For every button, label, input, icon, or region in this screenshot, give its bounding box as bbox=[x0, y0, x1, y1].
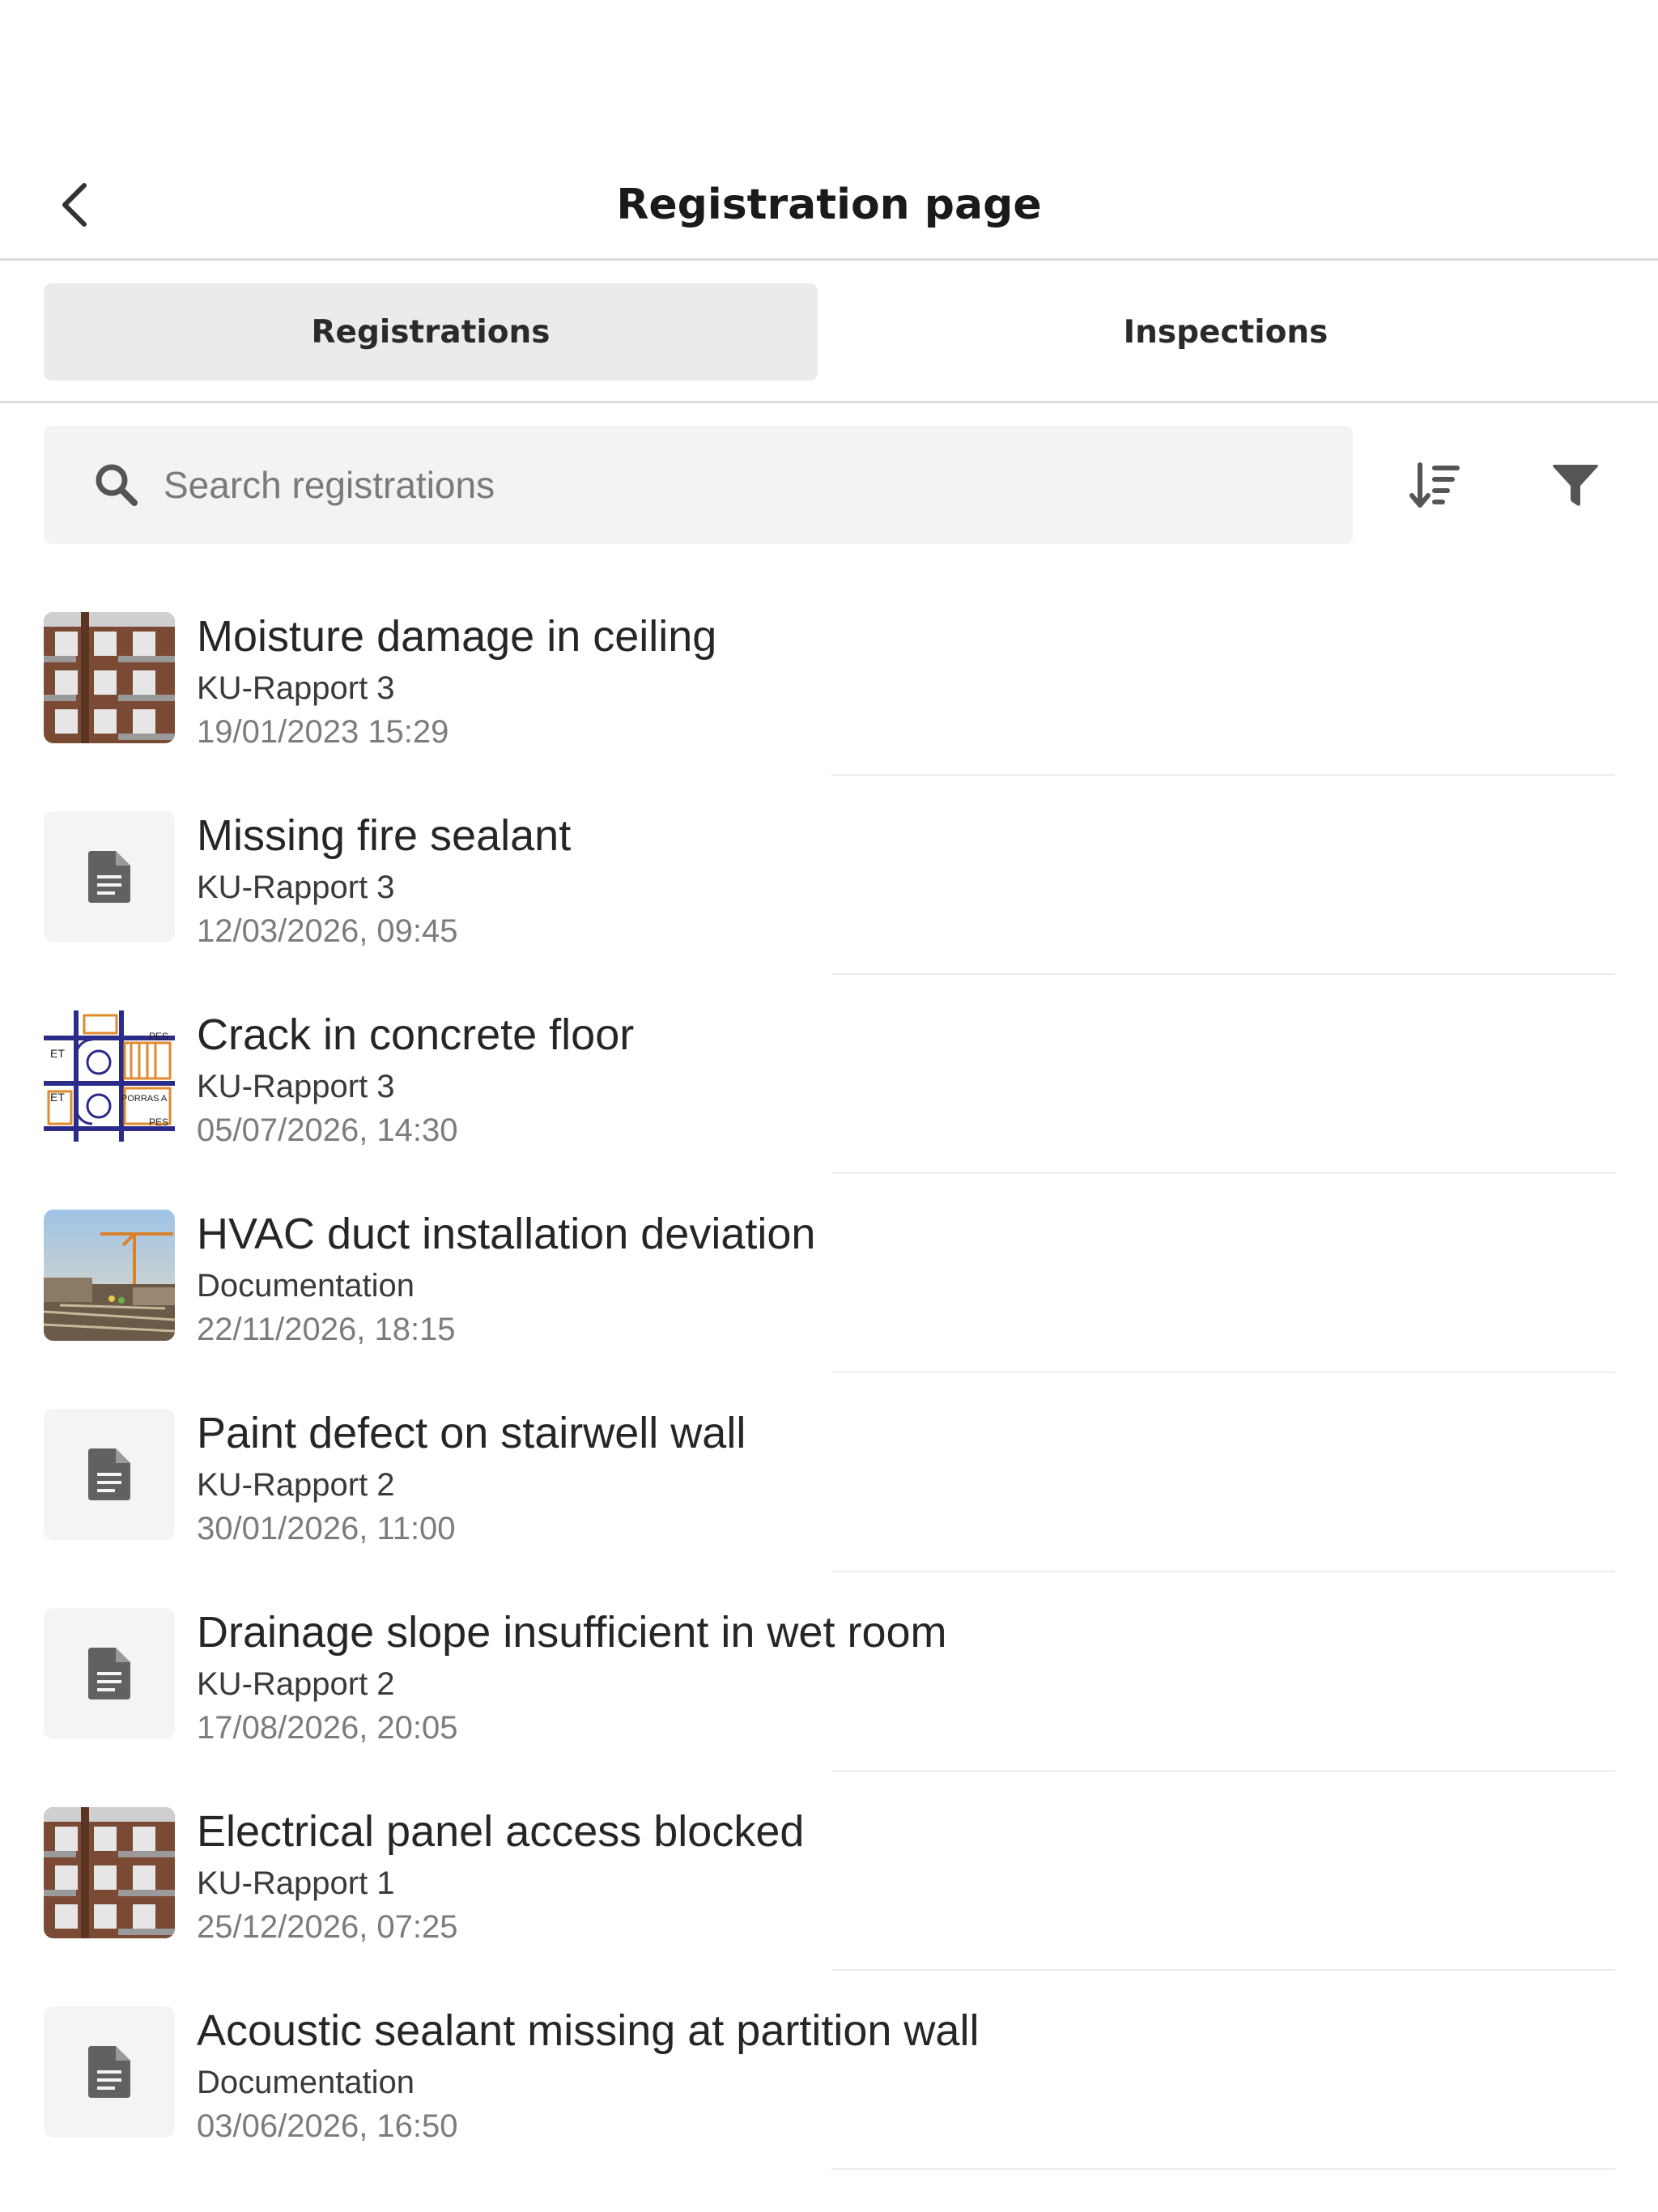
building-facade-photo bbox=[44, 1807, 175, 1938]
item-title: Acoustic sealant missing at partition wa… bbox=[197, 2006, 980, 2055]
divider bbox=[831, 1969, 1615, 1971]
sort-descending-icon bbox=[1409, 462, 1460, 508]
document-icon bbox=[88, 851, 130, 903]
floor-plan-image: ET ET PORRAS A PES PES bbox=[44, 1010, 175, 1142]
tab-inspections[interactable]: Inspections bbox=[837, 283, 1614, 381]
item-date: 19/01/2023 15:29 bbox=[197, 714, 449, 750]
item-date: 12/03/2026, 09:45 bbox=[197, 913, 458, 949]
svg-text:PES: PES bbox=[149, 1117, 168, 1128]
search-bar[interactable] bbox=[44, 426, 1353, 544]
item-title: Electrical panel access blocked bbox=[197, 1807, 805, 1856]
svg-text:ET: ET bbox=[50, 1091, 65, 1104]
item-source: KU-Rapport 1 bbox=[197, 1865, 395, 1901]
search-input[interactable] bbox=[164, 426, 1313, 544]
svg-text:PORRAS A: PORRAS A bbox=[121, 1094, 168, 1104]
divider bbox=[831, 1172, 1615, 1174]
document-icon bbox=[88, 1448, 130, 1500]
item-source: KU-Rapport 3 bbox=[197, 870, 395, 905]
construction-site-photo bbox=[44, 1210, 175, 1341]
segmented-tabs: Registrations Inspections bbox=[0, 261, 1658, 403]
item-source: Documentation bbox=[197, 1268, 415, 1304]
item-title: Drainage slope insufficient in wet room bbox=[197, 1608, 947, 1657]
item-title: Paint defect on stairwell wall bbox=[197, 1409, 746, 1457]
item-title: Missing fire sealant bbox=[197, 811, 572, 860]
list-item[interactable]: ET ET PORRAS A PES PES Crack in concrete… bbox=[0, 998, 1658, 1197]
svg-text:ET: ET bbox=[50, 1047, 65, 1060]
document-placeholder bbox=[44, 811, 175, 942]
list-item[interactable]: Moisture damage in ceiling KU-Rapport 3 … bbox=[0, 599, 1658, 798]
item-date: 05/07/2026, 14:30 bbox=[197, 1112, 458, 1148]
filter-icon bbox=[1553, 465, 1598, 506]
item-source: KU-Rapport 3 bbox=[197, 670, 395, 706]
divider bbox=[831, 1770, 1615, 1772]
document-placeholder bbox=[44, 1409, 175, 1540]
list-item[interactable]: Electrical panel access blocked KU-Rappo… bbox=[0, 1794, 1658, 1993]
page-title: Registration page bbox=[616, 181, 1042, 229]
divider bbox=[831, 973, 1615, 975]
divider bbox=[831, 774, 1615, 776]
item-date: 30/01/2026, 11:00 bbox=[197, 1511, 456, 1546]
document-placeholder bbox=[44, 1608, 175, 1739]
list-item[interactable]: HVAC duct installation deviation Documen… bbox=[0, 1197, 1658, 1396]
search-toolbar bbox=[0, 426, 1658, 544]
document-icon bbox=[88, 2046, 130, 2098]
item-date: 22/11/2026, 18:15 bbox=[197, 1312, 456, 1347]
svg-text:PES: PES bbox=[149, 1031, 168, 1042]
document-placeholder bbox=[44, 2006, 175, 2138]
item-source: KU-Rapport 2 bbox=[197, 1666, 395, 1702]
item-title: HVAC duct installation deviation bbox=[197, 1210, 816, 1258]
document-icon bbox=[88, 1648, 130, 1699]
item-date: 17/08/2026, 20:05 bbox=[197, 1710, 458, 1746]
item-source: KU-Rapport 2 bbox=[197, 1467, 395, 1503]
sort-button[interactable] bbox=[1405, 457, 1464, 515]
item-date: 25/12/2026, 07:25 bbox=[197, 1909, 458, 1945]
item-source: KU-Rapport 3 bbox=[197, 1069, 395, 1104]
list-item[interactable]: Drainage slope insufficient in wet room … bbox=[0, 1595, 1658, 1794]
item-title: Moisture damage in ceiling bbox=[197, 612, 717, 661]
top-app-bar: Registration page bbox=[0, 0, 1658, 261]
divider bbox=[831, 2168, 1615, 2170]
list-item[interactable]: Missing fire sealant KU-Rapport 3 12/03/… bbox=[0, 798, 1658, 998]
tab-registrations[interactable]: Registrations bbox=[44, 283, 818, 381]
list-item[interactable]: Paint defect on stairwell wall KU-Rappor… bbox=[0, 1396, 1658, 1595]
item-date: 03/06/2026, 16:50 bbox=[197, 2108, 458, 2144]
divider bbox=[831, 1372, 1615, 1373]
filter-button[interactable] bbox=[1546, 457, 1605, 515]
search-icon bbox=[96, 464, 138, 506]
list-item[interactable]: Acoustic sealant missing at partition wa… bbox=[0, 1993, 1658, 2193]
divider bbox=[831, 1571, 1615, 1572]
building-facade-photo bbox=[44, 612, 175, 743]
item-title: Crack in concrete floor bbox=[197, 1010, 635, 1059]
item-source: Documentation bbox=[197, 2065, 415, 2100]
